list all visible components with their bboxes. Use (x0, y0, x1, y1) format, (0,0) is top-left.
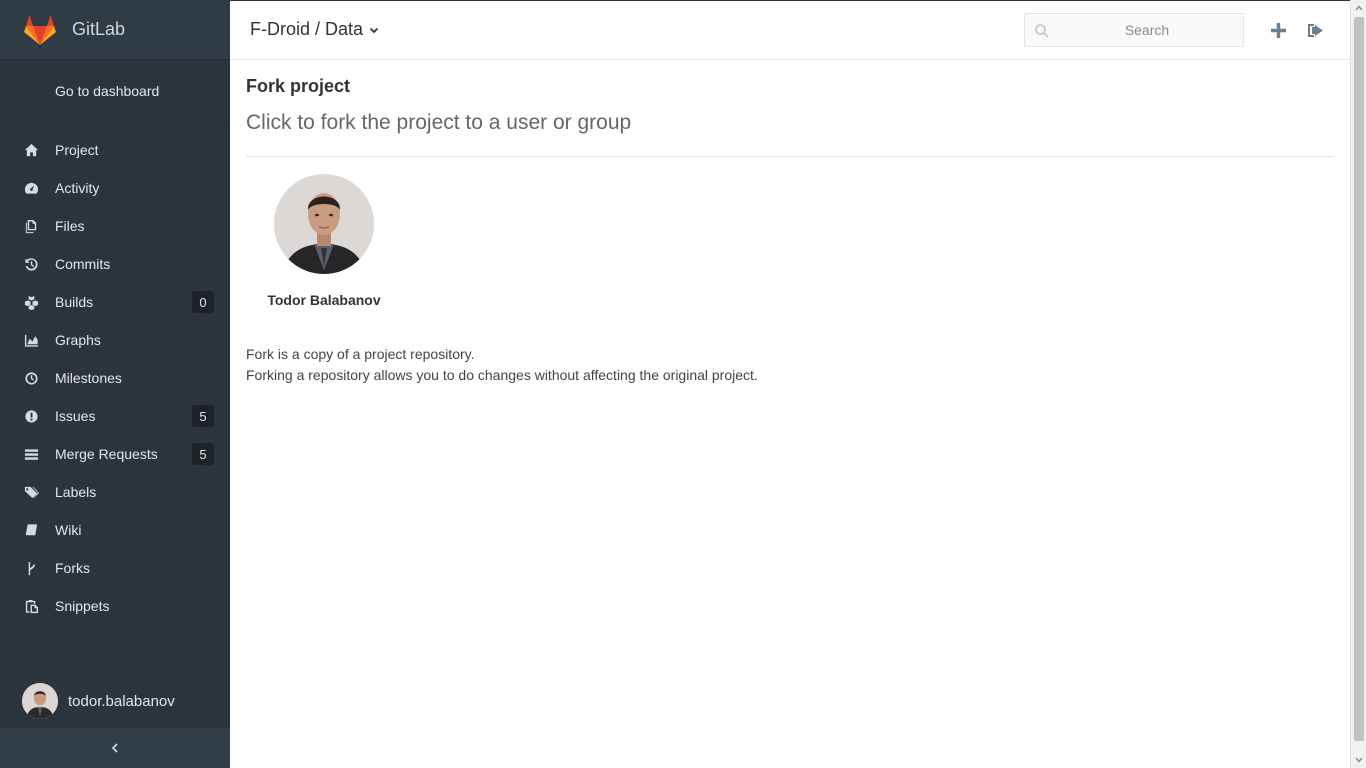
avatar (22, 683, 58, 719)
sidebar-item-label: Activity (55, 180, 100, 196)
files-icon (23, 218, 39, 234)
sidebar-item-milestones[interactable]: Milestones (0, 359, 230, 397)
scroll-down-arrow-icon[interactable] (1351, 752, 1366, 768)
fork-info-line: Forking a repository allows you to do ch… (246, 367, 758, 383)
builds-count-badge: 0 (192, 291, 214, 313)
sidebar-item-files[interactable]: Files (0, 207, 230, 245)
go-to-dashboard-link[interactable]: Go to dashboard (0, 60, 230, 122)
sidebar-item-activity[interactable]: Activity (0, 169, 230, 207)
tasks-icon (23, 446, 39, 462)
collapse-sidebar-button[interactable] (0, 728, 230, 768)
sidebar-item-label: Wiki (55, 522, 82, 538)
sidebar-brand[interactable]: GitLab (0, 0, 230, 60)
angle-left-icon (111, 743, 118, 753)
cubes-icon (23, 294, 39, 310)
fork-project-heading: Fork project (246, 76, 351, 96)
sidebar-item-forks[interactable]: Forks (0, 549, 230, 587)
sidebar-item-builds[interactable]: Builds 0 (0, 283, 230, 321)
home-icon (23, 142, 39, 158)
sidebar-item-label: Builds (55, 294, 94, 310)
fork-target-user[interactable]: Todor Balabanov (246, 174, 402, 308)
sidebar-item-label: Forks (55, 560, 90, 576)
merge-requests-count-badge: 5 (192, 443, 214, 465)
username: todor.balabanov (68, 692, 175, 710)
sign-out-button[interactable] (1306, 21, 1324, 39)
sidebar-item-merge-requests[interactable]: Merge Requests 5 (0, 435, 230, 473)
gitlab-logo-icon (24, 14, 56, 45)
clock-icon (23, 370, 39, 386)
sidebar-item-label: Graphs (55, 332, 101, 348)
sidebar-item-label: Project (55, 142, 99, 158)
sidebar-item-labels[interactable]: Labels (0, 473, 230, 511)
sidebar-item-wiki[interactable]: Wiki (0, 511, 230, 549)
code-fork-icon (23, 560, 39, 576)
fork-target-name[interactable]: Todor Balabanov (267, 292, 380, 308)
fork-info-line: Fork is a copy of a project repository. (246, 346, 475, 362)
area-chart-icon (23, 332, 39, 348)
plus-icon (1270, 22, 1286, 38)
main-content: Fork project Click to fork the project t… (246, 60, 1334, 386)
search-icon (1035, 24, 1049, 38)
sidebar-item-issues[interactable]: Issues 5 (0, 397, 230, 435)
sidebar-item-project[interactable]: Project (0, 131, 230, 169)
new-project-button[interactable] (1269, 21, 1287, 39)
fork-lead-text: Click to fork the project to a user or g… (246, 111, 632, 134)
sidebar-item-label: Files (55, 218, 85, 234)
current-user-link[interactable]: todor.balabanov (0, 676, 230, 726)
tags-icon (23, 484, 39, 500)
scrollbar-thumb[interactable] (1354, 17, 1364, 741)
sidebar-item-snippets[interactable]: Snippets (0, 587, 230, 625)
fork-info-text: Fork is a copy of a project repository. … (246, 344, 1334, 386)
page-title: F-Droid / Data (250, 19, 364, 39)
scroll-up-arrow-icon[interactable] (1351, 0, 1366, 16)
history-icon (23, 256, 39, 272)
chevron-down-icon (369, 27, 379, 33)
sidebar-item-label: Milestones (55, 370, 122, 386)
top-header: F-Droid / Data (230, 0, 1350, 60)
page-scrollbar[interactable] (1350, 0, 1366, 768)
sidebar-item-label: Snippets (55, 598, 110, 614)
search-input[interactable] (1055, 14, 1239, 46)
project-nav: Project Activity Files Commits Builds 0 … (0, 131, 230, 625)
divider (246, 156, 1334, 157)
sidebar-item-label: Labels (55, 484, 97, 500)
dashboard-icon (23, 180, 39, 196)
sidebar-item-commits[interactable]: Commits (0, 245, 230, 283)
book-icon (23, 522, 39, 538)
sidebar-item-label: Merge Requests (55, 446, 158, 462)
sign-out-icon (1307, 23, 1323, 37)
sidebar-item-label: Issues (55, 408, 96, 424)
search-box (1024, 13, 1244, 47)
sidebar-item-label: Commits (55, 256, 111, 272)
brand-name: GitLab (72, 19, 126, 39)
sidebar: GitLab Go to dashboard Project Activity … (0, 0, 230, 768)
fork-target-avatar[interactable] (274, 174, 374, 274)
project-title-dropdown[interactable]: F-Droid / Data (250, 19, 379, 40)
issues-count-badge: 5 (192, 405, 214, 427)
clipboard-icon (23, 598, 39, 614)
sidebar-item-graphs[interactable]: Graphs (0, 321, 230, 359)
exclamation-circle-icon (23, 408, 39, 424)
